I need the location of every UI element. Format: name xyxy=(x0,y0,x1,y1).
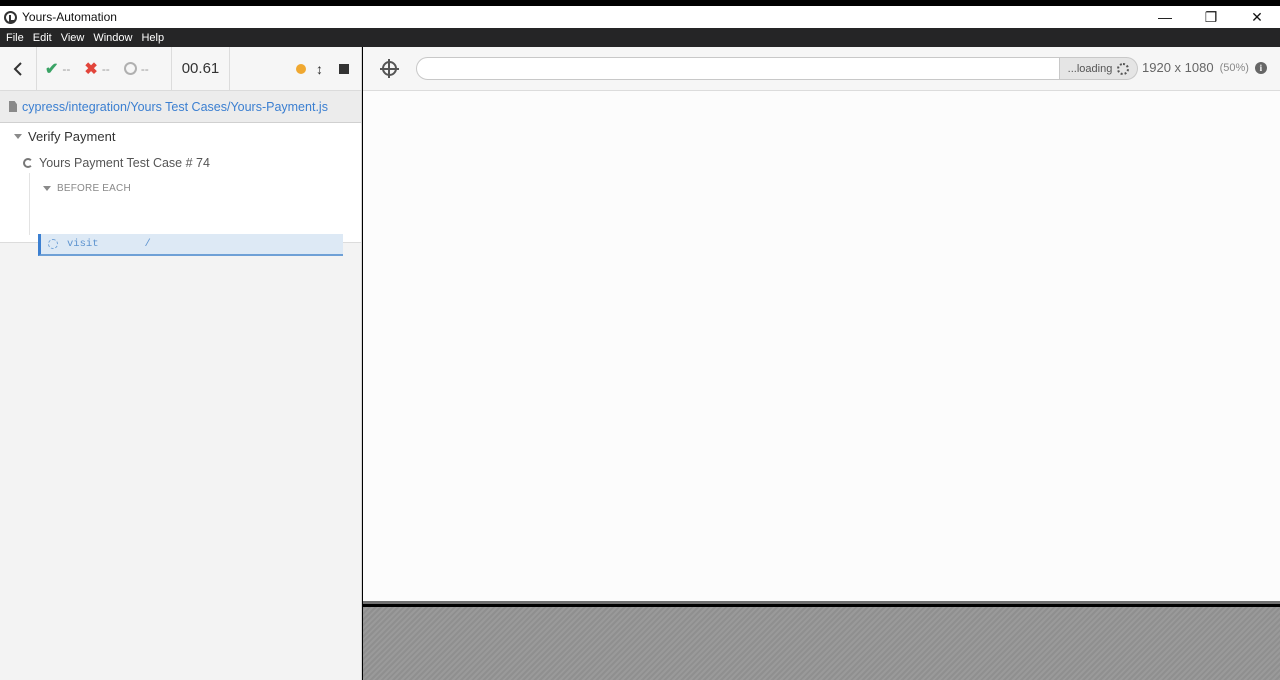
spec-file-bar: cypress/integration/Yours Test Cases/You… xyxy=(0,91,361,123)
spinner-icon xyxy=(23,158,33,168)
running-dot-icon xyxy=(296,63,306,74)
caret-down-icon xyxy=(43,186,51,191)
updown-arrow-icon[interactable]: ↕ xyxy=(316,61,323,77)
viewport-size: 1920 x 1080 xyxy=(1142,60,1214,75)
pending-ring-icon xyxy=(123,62,137,75)
viewport-info: 1920 x 1080 (50%) i xyxy=(1142,60,1267,75)
stats: ✔ -- ✖ -- -- xyxy=(37,47,172,90)
hook-indent-line xyxy=(29,173,30,235)
stop-icon[interactable] xyxy=(339,63,349,74)
failed-stat[interactable]: ✖ -- xyxy=(84,59,109,79)
aut-background xyxy=(363,607,1280,680)
window-title: Yours-Automation xyxy=(22,10,117,24)
close-button[interactable]: ✕ xyxy=(1234,6,1280,28)
info-icon[interactable]: i xyxy=(1254,61,1267,74)
menu-edit[interactable]: Edit xyxy=(33,32,52,44)
test-title: Yours Payment Test Case # 74 xyxy=(39,156,210,170)
failed-count: -- xyxy=(101,61,110,76)
aut-header: ...loading 1920 x 1080 (50%) i xyxy=(363,47,1280,91)
suite-title: Verify Payment xyxy=(28,129,116,144)
menu-help[interactable]: Help xyxy=(141,32,164,44)
back-button[interactable] xyxy=(0,47,37,90)
selector-crosshair-icon[interactable] xyxy=(380,59,399,78)
title-bar: Yours-Automation — ❐ ✕ xyxy=(0,6,1280,28)
run-controls: ↕ xyxy=(230,47,361,90)
passed-count: -- xyxy=(62,61,71,76)
menu-window[interactable]: Window xyxy=(93,32,132,44)
pending-stat[interactable]: -- xyxy=(123,61,149,76)
back-chevron-icon xyxy=(13,61,22,76)
check-icon: ✔ xyxy=(45,60,59,78)
menu-file[interactable]: File xyxy=(6,32,24,44)
suite-verify-payment[interactable]: Verify Payment xyxy=(14,129,115,144)
test-item[interactable]: Yours Payment Test Case # 74 xyxy=(23,156,210,170)
command-message: / xyxy=(144,238,151,250)
url-input[interactable] xyxy=(416,57,1060,80)
loading-spinner-icon xyxy=(1117,62,1130,75)
maximize-button[interactable]: ❐ xyxy=(1188,6,1234,28)
command-name: visit xyxy=(67,238,99,250)
aut-panel: ...loading 1920 x 1080 (50%) i xyxy=(363,47,1280,680)
spinner-icon xyxy=(48,239,58,249)
loading-text: ...loading xyxy=(1067,62,1113,75)
command-visit[interactable]: visit / xyxy=(38,234,343,256)
menu-bar: File Edit View Window Help xyxy=(0,28,1280,47)
reporter-header: ✔ -- ✖ -- -- 00.61 ↕ xyxy=(0,47,361,91)
hook-title: BEFORE EACH xyxy=(57,183,131,194)
passed-stat[interactable]: ✔ -- xyxy=(45,59,70,79)
cross-icon: ✖ xyxy=(84,60,98,78)
duration: 00.61 xyxy=(172,47,230,90)
caret-down-icon xyxy=(14,134,22,139)
viewport-scale: (50%) xyxy=(1219,61,1249,74)
pending-count: -- xyxy=(140,61,149,76)
app-logo-icon xyxy=(4,10,17,24)
reporter-panel: ✔ -- ✖ -- -- 00.61 ↕ cypress/integration/Y… xyxy=(0,47,362,680)
menu-view[interactable]: View xyxy=(61,32,85,44)
minimize-button[interactable]: — xyxy=(1142,6,1188,28)
window-controls: — ❐ ✕ xyxy=(1142,6,1280,28)
aut-iframe[interactable] xyxy=(363,91,1280,604)
file-icon xyxy=(9,101,17,112)
test-tree: Verify Payment Yours Payment Test Case #… xyxy=(0,123,361,256)
spec-path-link[interactable]: cypress/integration/Yours Test Cases/You… xyxy=(22,100,328,114)
hook-before-each[interactable]: BEFORE EACH xyxy=(43,183,131,194)
loading-indicator: ...loading xyxy=(1060,57,1138,80)
